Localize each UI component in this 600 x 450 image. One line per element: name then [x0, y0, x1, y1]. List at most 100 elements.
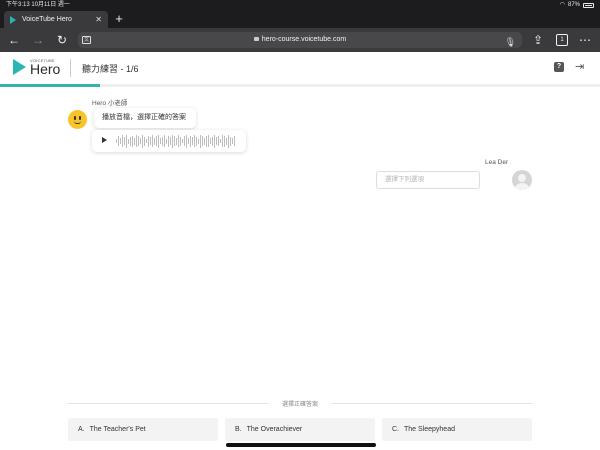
- section-divider: [332, 403, 532, 404]
- waveform-bar: [164, 135, 165, 147]
- reload-icon[interactable]: ↻: [53, 28, 71, 52]
- waveform-bar: [172, 134, 173, 148]
- battery-percent: 87%: [567, 2, 580, 8]
- waveform-bar: [214, 134, 215, 148]
- audio-player[interactable]: [92, 130, 246, 152]
- address-bar[interactable]: 文 hero-course.voicetube.com 🎙: [78, 32, 522, 48]
- waveform-bar: [136, 135, 137, 147]
- tab-title: VoiceTube Hero: [22, 16, 72, 23]
- waveform-bar: [130, 136, 131, 146]
- exit-icon[interactable]: ⇥: [575, 60, 584, 73]
- logo-text: Hero: [30, 61, 61, 77]
- waveform-bar: [124, 137, 125, 145]
- waveform[interactable]: [116, 134, 238, 148]
- user-name: Lea Der: [485, 159, 509, 166]
- answer-option-c[interactable]: C. The Sleepyhead: [382, 418, 532, 441]
- waveform-bar: [122, 135, 123, 147]
- waveform-bar: [224, 135, 225, 147]
- bot-avatar: [68, 110, 87, 129]
- browser-toolbar: ← → ↻ 文 hero-course.voicetube.com 🎙 ⇪ 1 …: [0, 28, 600, 52]
- progress-fill: [0, 84, 101, 87]
- waveform-bar: [192, 137, 193, 145]
- status-bar: 下午3:13 10月11日 週一 ◠ 87%: [0, 0, 600, 10]
- url-text: hero-course.voicetube.com: [261, 36, 347, 43]
- waveform-bar: [126, 134, 127, 148]
- waveform-bar: [176, 137, 177, 145]
- waveform-bar: [134, 137, 135, 145]
- waveform-bar: [202, 136, 203, 146]
- waveform-bar: [170, 137, 171, 145]
- tabs-overview-button[interactable]: 1: [556, 34, 568, 46]
- lesson-progress-bar: [0, 84, 600, 87]
- status-time: 下午3:13 10月11日 週一: [6, 2, 70, 8]
- waveform-bar: [196, 136, 197, 146]
- answer-option-b[interactable]: B. The Overachiever: [225, 418, 375, 441]
- answer-option-a[interactable]: A. The Teacher's Pet: [68, 418, 218, 441]
- waveform-bar: [218, 136, 219, 146]
- waveform-bar: [166, 138, 167, 144]
- waveform-bar: [116, 139, 117, 143]
- answer-section-label: 選擇正確答案: [281, 402, 318, 408]
- share-icon[interactable]: ⇪: [529, 28, 547, 52]
- waveform-bar: [154, 137, 155, 145]
- waveform-bar: [174, 136, 175, 146]
- waveform-bar: [144, 136, 145, 146]
- option-letter: B.: [235, 426, 242, 433]
- header-divider: [70, 59, 71, 77]
- close-tab-icon[interactable]: ✕: [95, 11, 102, 28]
- bot-name: Hero 小老師: [92, 100, 128, 107]
- waveform-bar: [152, 135, 153, 147]
- waveform-bar: [146, 139, 147, 143]
- back-arrow-icon[interactable]: ←: [5, 28, 23, 52]
- waveform-bar: [190, 135, 191, 147]
- avatar-mouth: [74, 121, 81, 124]
- more-icon[interactable]: ⋯: [576, 28, 594, 52]
- wifi-icon: ◠: [559, 2, 565, 8]
- waveform-bar: [158, 134, 159, 148]
- waveform-bar: [160, 138, 161, 144]
- new-tab-button[interactable]: +: [112, 10, 126, 28]
- waveform-bar: [220, 139, 221, 143]
- waveform-bar: [150, 137, 151, 145]
- waveform-bar: [118, 136, 119, 146]
- avatar-eye: [79, 116, 81, 120]
- waveform-bar: [194, 135, 195, 147]
- waveform-bar: [232, 138, 233, 144]
- forward-arrow-icon[interactable]: →: [29, 28, 47, 52]
- waveform-bar: [180, 136, 181, 146]
- waveform-bar: [200, 134, 201, 148]
- lock-icon: [253, 37, 259, 42]
- waveform-bar: [234, 136, 235, 146]
- hero-logo-icon: [13, 59, 26, 75]
- option-text: The Teacher's Pet: [89, 426, 146, 433]
- waveform-bar: [182, 139, 183, 143]
- waveform-bar: [212, 136, 213, 146]
- browser-tab[interactable]: VoiceTube Hero ✕: [4, 11, 108, 28]
- waveform-bar: [230, 136, 231, 146]
- tab-strip: VoiceTube Hero ✕ +: [0, 10, 600, 28]
- avatar-eye: [74, 116, 76, 120]
- waveform-bar: [210, 138, 211, 144]
- waveform-bar: [138, 136, 139, 146]
- waveform-bar: [156, 136, 157, 146]
- section-divider: [68, 403, 268, 404]
- answer-input[interactable]: 選擇下列選項: [376, 171, 480, 189]
- waveform-bar: [168, 135, 169, 147]
- option-letter: A.: [78, 426, 85, 433]
- microphone-icon[interactable]: 🎙: [505, 34, 516, 50]
- play-icon[interactable]: [102, 137, 107, 143]
- option-text: The Overachiever: [246, 426, 303, 433]
- waveform-bar: [198, 138, 199, 144]
- waveform-bar: [208, 135, 209, 147]
- waveform-bar: [128, 138, 129, 144]
- waveform-bar: [162, 136, 163, 146]
- waveform-bar: [226, 137, 227, 145]
- waveform-bar: [178, 135, 179, 147]
- help-icon[interactable]: ?: [554, 62, 564, 72]
- battery-icon: [583, 2, 594, 8]
- translate-icon[interactable]: 文: [82, 36, 91, 44]
- waveform-bar: [206, 135, 207, 147]
- waveform-bar: [120, 138, 121, 144]
- bot-message-bubble: 播放音檔，選擇正確的答案: [94, 108, 196, 128]
- waveform-bar: [142, 134, 143, 148]
